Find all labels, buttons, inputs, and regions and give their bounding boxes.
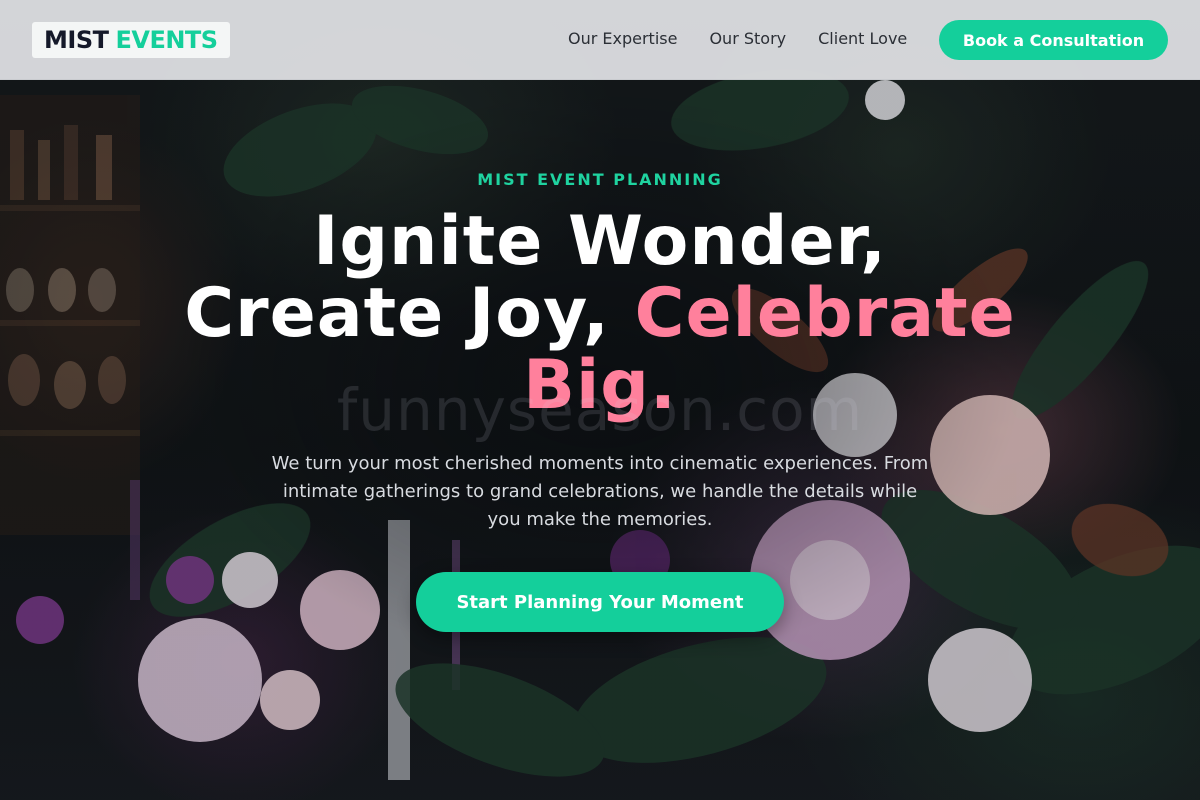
hero-headline: Ignite Wonder, Create Joy, Celebrate Big…: [100, 206, 1100, 422]
top-navbar: MIST EVENTS Our Expertise Our Story Clie…: [0, 0, 1200, 80]
hero-section: MIST EVENT PLANNING Ignite Wonder, Creat…: [0, 0, 1200, 800]
headline-line-2: Create Joy,: [184, 274, 610, 353]
logo-text-primary: MIST: [44, 26, 109, 54]
brand-logo[interactable]: MIST EVENTS: [32, 22, 230, 58]
nav-link-our-story[interactable]: Our Story: [709, 29, 786, 48]
nav-link-our-expertise[interactable]: Our Expertise: [568, 29, 677, 48]
nav-link-client-love[interactable]: Client Love: [818, 29, 907, 48]
hero-subtext: We turn your most cherished moments into…: [271, 453, 929, 530]
logo-text-accent: EVENTS: [115, 26, 218, 54]
hero-eyebrow: MIST EVENT PLANNING: [477, 170, 723, 189]
book-consultation-button[interactable]: Book a Consultation: [939, 20, 1168, 60]
main-nav: Our Expertise Our Story Client Love: [568, 29, 907, 48]
start-planning-button[interactable]: Start Planning Your Moment: [416, 572, 784, 632]
headline-line-1: Ignite Wonder,: [313, 202, 887, 281]
